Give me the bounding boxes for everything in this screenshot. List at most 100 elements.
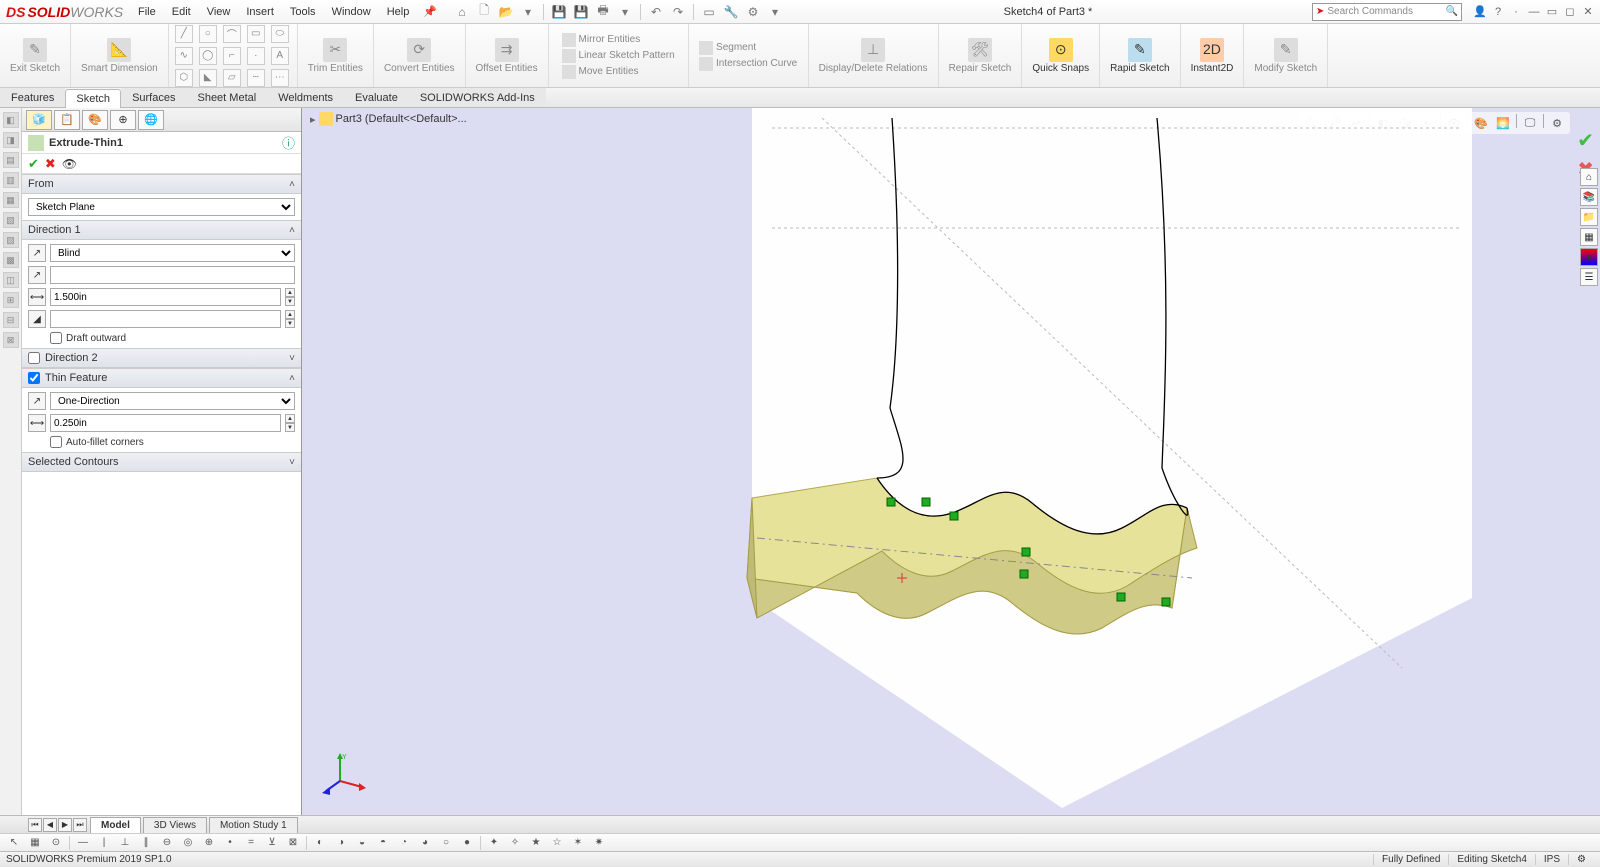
tab-nav-last[interactable]: ⏭ xyxy=(73,818,87,832)
sb-coincident[interactable]: ⊕ xyxy=(201,835,217,851)
point-tool[interactable]: · xyxy=(247,47,265,65)
view-triad[interactable]: Y xyxy=(322,751,366,795)
dir1-type-select[interactable]: Blind xyxy=(50,244,295,262)
pm-tab-dim[interactable]: ⊕ xyxy=(110,110,136,130)
tab-model[interactable]: Model xyxy=(90,817,141,833)
section-from[interactable]: From˄ xyxy=(22,174,301,194)
thin-checkbox[interactable] xyxy=(28,372,40,384)
home-icon[interactable]: ⌂ xyxy=(453,3,471,21)
sb-b[interactable]: ◑ xyxy=(333,835,349,851)
pm-tab-feature[interactable]: 🧊 xyxy=(26,110,52,130)
fillet-tool[interactable]: ⌐ xyxy=(223,47,241,65)
dir-vector-icon[interactable]: ↗ xyxy=(28,266,46,284)
maximize-icon[interactable]: ◻ xyxy=(1562,4,1578,20)
sb-i[interactable]: ✦ xyxy=(486,835,502,851)
slot-tool[interactable]: ⬭ xyxy=(271,25,289,43)
new-icon[interactable]: 🗋 xyxy=(475,3,493,21)
rebuild-icon[interactable]: 🔧 xyxy=(722,3,740,21)
sb-k[interactable]: ★ xyxy=(528,835,544,851)
select-icon[interactable]: ▭ xyxy=(700,3,718,21)
open-icon[interactable]: 📂 xyxy=(497,3,515,21)
instant2d-button[interactable]: 2DInstant2D xyxy=(1187,36,1238,76)
print-icon[interactable]: 🖶 xyxy=(594,3,612,21)
tab-surfaces[interactable]: Surfaces xyxy=(121,88,186,107)
sb-grid[interactable]: ▦ xyxy=(27,835,43,851)
repair-sketch-button[interactable]: 🛠Repair Sketch xyxy=(945,36,1016,76)
sb-vert[interactable]: | xyxy=(96,835,112,851)
move-entities-button[interactable]: Move Entities xyxy=(562,65,675,79)
draft-outward-checkbox[interactable] xyxy=(50,332,62,344)
tab-weldments[interactable]: Weldments xyxy=(267,88,344,107)
minimize-icon[interactable]: — xyxy=(1526,4,1542,20)
lt-11[interactable]: ⊟ xyxy=(3,312,19,328)
pm-tab-display[interactable]: 🎨 xyxy=(82,110,108,130)
rapid-sketch-button[interactable]: ✎Rapid Sketch xyxy=(1106,36,1173,76)
status-units[interactable]: IPS xyxy=(1535,854,1568,865)
pm-tab-config[interactable]: 📋 xyxy=(54,110,80,130)
dir1-depth-input[interactable] xyxy=(50,288,281,306)
draft-angle-input[interactable] xyxy=(50,310,281,328)
menu-insert[interactable]: Insert xyxy=(238,2,282,22)
thk-spinner[interactable]: ▲▼ xyxy=(285,414,295,432)
sb-symmetric[interactable]: ⊻ xyxy=(264,835,280,851)
sb-fix[interactable]: ⊠ xyxy=(285,835,301,851)
menu-edit[interactable]: Edit xyxy=(164,2,199,22)
tab-motion-study[interactable]: Motion Study 1 xyxy=(209,817,298,833)
offset-entities-button[interactable]: ⇉Offset Entities xyxy=(472,36,542,76)
tab-evaluate[interactable]: Evaluate xyxy=(344,88,409,107)
sb-g[interactable]: ○ xyxy=(438,835,454,851)
sb-perp[interactable]: ⊥ xyxy=(117,835,133,851)
from-select[interactable]: Sketch Plane xyxy=(28,198,295,216)
dir2-checkbox[interactable] xyxy=(28,352,40,364)
ellipse-tool[interactable]: ◯ xyxy=(199,47,217,65)
thin-thickness-input[interactable] xyxy=(50,414,281,432)
circle-tool[interactable]: ○ xyxy=(199,25,217,43)
reverse-dir-icon[interactable]: ↗ xyxy=(28,244,46,262)
sb-midpoint[interactable]: • xyxy=(222,835,238,851)
segment-button[interactable]: Segment xyxy=(699,41,797,55)
section-direction2[interactable]: Direction 2˅ xyxy=(22,348,301,368)
sb-e[interactable]: ◔ xyxy=(396,835,412,851)
ok-button[interactable]: ✔ xyxy=(28,156,39,172)
linear-pattern-button[interactable]: Linear Sketch Pattern xyxy=(562,49,675,63)
search-commands-input[interactable]: ➤ Search Commands 🔍 xyxy=(1312,3,1462,21)
lt-12[interactable]: ⊠ xyxy=(3,332,19,348)
sb-d[interactable]: ◓ xyxy=(375,835,391,851)
tab-sheetmetal[interactable]: Sheet Metal xyxy=(186,88,267,107)
lt-2[interactable]: ◨ xyxy=(3,132,19,148)
tab-sketch[interactable]: Sketch xyxy=(65,89,121,108)
sb-horiz[interactable]: — xyxy=(75,835,91,851)
save-icon[interactable]: 💾 xyxy=(550,3,568,21)
display-relations-button[interactable]: ⊥Display/Delete Relations xyxy=(815,36,932,76)
convert-entities-button[interactable]: ⟳Convert Entities xyxy=(380,36,459,76)
depth-spinner[interactable]: ▲▼ xyxy=(285,288,295,306)
user-icon[interactable]: 👤 xyxy=(1472,4,1488,20)
menu-file[interactable]: File xyxy=(130,2,164,22)
status-custom-icon[interactable]: ⚙ xyxy=(1568,854,1594,865)
section-thin[interactable]: Thin Feature˄ xyxy=(22,368,301,388)
sb-j[interactable]: ✧ xyxy=(507,835,523,851)
redo-icon[interactable]: ↷ xyxy=(669,3,687,21)
dir1-vector-input[interactable] xyxy=(50,266,295,284)
preview-button[interactable]: 👁 xyxy=(62,157,77,171)
spline-tool[interactable]: ∿ xyxy=(175,47,193,65)
lt-8[interactable]: ▩ xyxy=(3,252,19,268)
tab-nav-prev[interactable]: ◀ xyxy=(43,818,57,832)
arc-tool[interactable]: ⌒ xyxy=(223,25,241,43)
draft-spinner[interactable]: ▲▼ xyxy=(285,310,295,328)
menu-window[interactable]: Window xyxy=(324,2,379,22)
sb-l[interactable]: ☆ xyxy=(549,835,565,851)
sb-a[interactable]: ◐ xyxy=(312,835,328,851)
help-icon[interactable]: ? xyxy=(1490,4,1506,20)
sb-f[interactable]: ◕ xyxy=(417,835,433,851)
sb-select[interactable]: ↖ xyxy=(6,835,22,851)
centerline-tool[interactable]: ┄ xyxy=(247,69,265,87)
text-tool[interactable]: A xyxy=(271,47,289,65)
thin-type-select[interactable]: One-Direction xyxy=(50,392,295,410)
lt-3[interactable]: ▤ xyxy=(3,152,19,168)
plane-tool[interactable]: ▱ xyxy=(223,69,241,87)
lt-10[interactable]: ⊞ xyxy=(3,292,19,308)
print-dd-icon[interactable]: ▾ xyxy=(616,3,634,21)
pin-icon[interactable]: 📌 xyxy=(417,5,443,18)
sb-concentric[interactable]: ◎ xyxy=(180,835,196,851)
